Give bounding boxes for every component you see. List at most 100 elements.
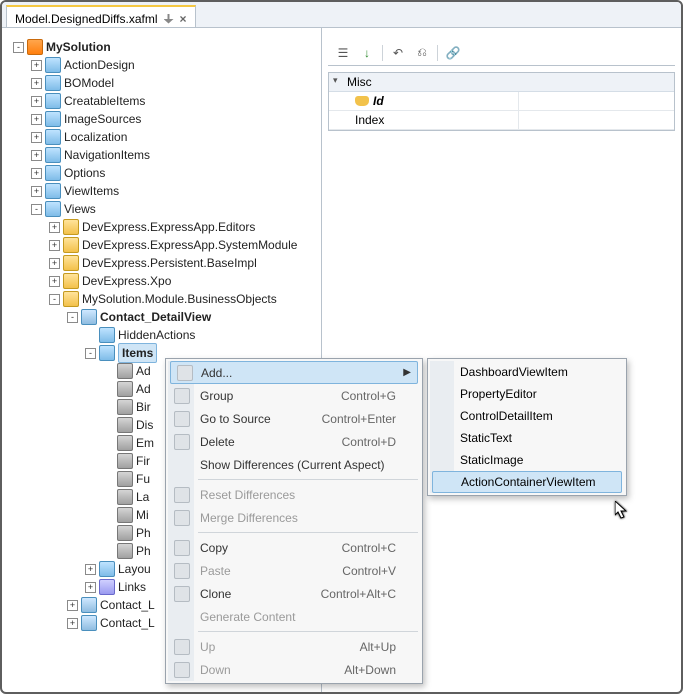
expander-icon[interactable]: + — [31, 132, 42, 143]
expander-icon[interactable]: + — [49, 240, 60, 251]
tab-title: Model.DesignedDiffs.xafml — [15, 12, 158, 26]
tree-node-BOModel[interactable]: +BOModel — [10, 74, 317, 92]
expander-icon[interactable]: + — [85, 582, 96, 593]
menu-item-clone[interactable]: CloneControl+Alt+C — [168, 582, 420, 605]
menu-shortcut: Control+V — [342, 564, 396, 578]
expander-icon[interactable]: + — [31, 78, 42, 89]
submenu-arrow-icon: ▶ — [403, 367, 411, 378]
item-icon — [117, 399, 133, 415]
menu-icon — [174, 457, 190, 473]
tree-node[interactable]: +DevExpress.ExpressApp.SystemModule — [10, 236, 317, 254]
menu-item-copy[interactable]: CopyControl+C — [168, 536, 420, 559]
menu-label: Paste — [200, 564, 231, 578]
tree-label: Contact_L — [100, 596, 155, 614]
property-row[interactable]: Index — [329, 111, 674, 130]
namespace-icon — [63, 237, 79, 253]
expander-icon[interactable]: - — [49, 294, 60, 305]
menu-item-merge-differences: Merge Differences — [168, 506, 420, 529]
expander-icon[interactable]: + — [49, 276, 60, 287]
property-name: Id — [329, 92, 519, 110]
expander-icon[interactable]: + — [31, 114, 42, 125]
submenu-label: StaticText — [460, 431, 512, 445]
tree-label: La — [136, 488, 149, 506]
tree-node-ViewItems[interactable]: +ViewItems — [10, 182, 317, 200]
tree-node-NavigationItems[interactable]: +NavigationItems — [10, 146, 317, 164]
menu-icon — [174, 388, 190, 404]
item-icon — [117, 453, 133, 469]
expander-icon[interactable]: + — [31, 60, 42, 71]
submenu-item-controldetailitem[interactable]: ControlDetailItem — [430, 405, 624, 427]
tree-node-Localization[interactable]: +Localization — [10, 128, 317, 146]
tree-label: Ad — [136, 362, 151, 380]
expander-icon[interactable]: - — [13, 42, 24, 53]
tree-node-Options[interactable]: +Options — [10, 164, 317, 182]
tree-node-CreatableItems[interactable]: +CreatableItems — [10, 92, 317, 110]
expander-icon[interactable]: + — [67, 618, 78, 629]
menu-icon — [174, 434, 190, 450]
expander-icon[interactable]: + — [67, 600, 78, 611]
menu-item-add[interactable]: Add...▶ — [170, 361, 418, 384]
tree-node-ImageSources[interactable]: +ImageSources — [10, 110, 317, 128]
tree-node[interactable]: - MySolution.Module.BusinessObjects — [10, 290, 317, 308]
menu-item-show-differences-current-aspect[interactable]: Show Differences (Current Aspect) — [168, 453, 420, 476]
categorized-icon[interactable]: ☰ — [334, 44, 352, 62]
submenu-item-actioncontainerviewitem[interactable]: ActionContainerViewItem — [432, 471, 622, 493]
expander-icon[interactable]: + — [85, 564, 96, 575]
expander-icon[interactable]: + — [31, 186, 42, 197]
tree-node[interactable]: +DevExpress.Persistent.BaseImpl — [10, 254, 317, 272]
menu-label: Go to Source — [200, 412, 271, 426]
submenu-item-dashboardviewitem[interactable]: DashboardViewItem — [430, 361, 624, 383]
tree-root[interactable]: - MySolution — [10, 38, 317, 56]
property-grid: Misc IdIndex — [328, 72, 675, 131]
tree-node[interactable]: +DevExpress.ExpressApp.Editors — [10, 218, 317, 236]
menu-shortcut: Alt+Up — [360, 640, 396, 654]
folder-icon — [45, 93, 61, 109]
tree-label: Contact_DetailView — [100, 308, 211, 326]
menu-icon — [174, 609, 190, 625]
menu-item-paste: Paste Control+V — [168, 559, 420, 582]
undo-icon[interactable]: ↶ — [389, 44, 407, 62]
tree-node-Views[interactable]: - Views — [10, 200, 317, 218]
tree-label: MySolution.Module.BusinessObjects — [82, 290, 277, 308]
menu-item-go-to-source[interactable]: Go to Source Control+Enter — [168, 407, 420, 430]
submenu-item-statictext[interactable]: StaticText — [430, 427, 624, 449]
submenu-label: ActionContainerViewItem — [461, 475, 596, 489]
item-icon — [117, 525, 133, 541]
expander-icon[interactable]: - — [67, 312, 78, 323]
menu-item-group[interactable]: GroupControl+G — [168, 384, 420, 407]
menu-shortcut: Control+Enter — [322, 412, 396, 426]
tree-label: Views — [64, 200, 96, 218]
expander-icon[interactable]: + — [49, 222, 60, 233]
tree-label: MySolution — [46, 38, 111, 56]
property-value[interactable] — [519, 92, 674, 110]
submenu-item-propertyeditor[interactable]: PropertyEditor — [430, 383, 624, 405]
menu-item-down: DownAlt+Down — [168, 658, 420, 681]
menu-item-delete[interactable]: DeleteControl+D — [168, 430, 420, 453]
property-row[interactable]: Id — [329, 92, 674, 111]
tree-node[interactable]: - Contact_DetailView — [10, 308, 317, 326]
link-icon[interactable]: 🔗 — [444, 44, 462, 62]
expander-icon[interactable]: + — [31, 150, 42, 161]
expander-icon[interactable]: - — [85, 348, 96, 359]
menu-item-reset-differences: Reset Differences — [168, 483, 420, 506]
expander-icon[interactable]: - — [31, 204, 42, 215]
expander-icon[interactable]: + — [31, 96, 42, 107]
redo-icon[interactable]: ⎌ — [413, 44, 431, 62]
property-value[interactable] — [519, 111, 674, 129]
pin-icon[interactable] — [164, 14, 174, 24]
tree-node[interactable]: + DevExpress.Xpo — [10, 272, 317, 290]
submenu-item-staticimage[interactable]: StaticImage — [430, 449, 624, 471]
expander-icon[interactable]: + — [49, 258, 60, 269]
tree-node[interactable]: HiddenActions — [10, 326, 317, 344]
tree-node-ActionDesign[interactable]: +ActionDesign — [10, 56, 317, 74]
expander-icon[interactable]: + — [31, 168, 42, 179]
sort-icon[interactable]: ↓ — [358, 44, 376, 62]
tree-label: Items — [118, 343, 157, 363]
tree-label: DevExpress.Xpo — [82, 272, 171, 290]
document-tab[interactable]: Model.DesignedDiffs.xafml × — [6, 5, 196, 27]
folder-icon — [45, 111, 61, 127]
property-group[interactable]: Misc — [329, 73, 674, 92]
folder-icon — [99, 561, 115, 577]
view-icon — [81, 615, 97, 631]
close-icon[interactable]: × — [180, 12, 187, 26]
